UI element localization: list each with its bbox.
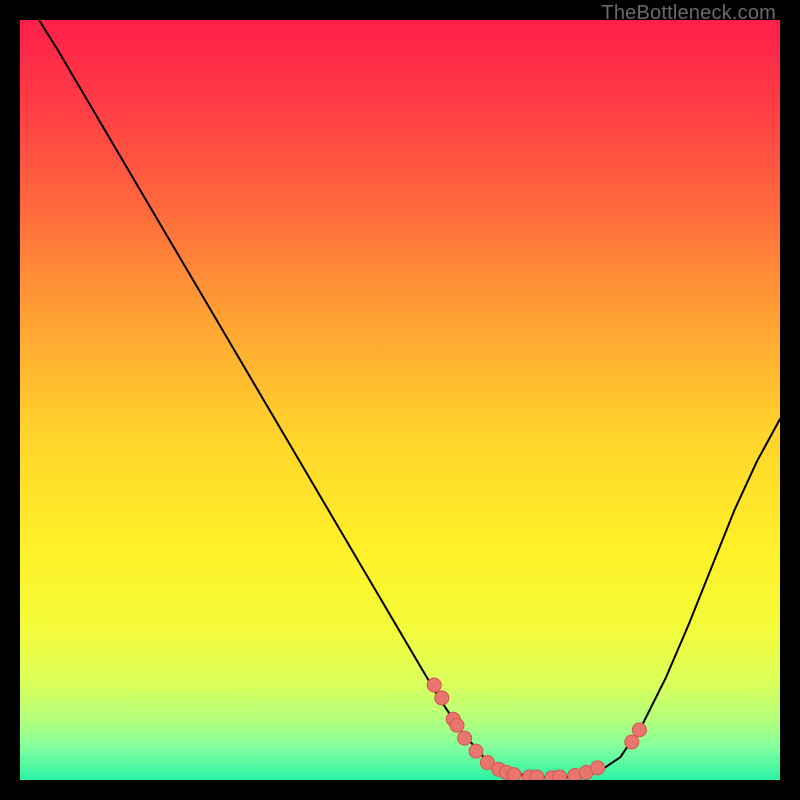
- scatter-point: [625, 735, 639, 749]
- scatter-point: [507, 768, 521, 780]
- scatter-point: [450, 718, 464, 732]
- scatter-point: [469, 744, 483, 758]
- scatter-point: [553, 770, 567, 780]
- chart-background: [20, 20, 780, 780]
- scatter-point: [591, 761, 605, 775]
- scatter-point: [427, 678, 441, 692]
- scatter-point: [632, 723, 646, 737]
- scatter-point: [458, 731, 472, 745]
- chart-svg: [20, 20, 780, 780]
- scatter-point: [435, 691, 449, 705]
- chart-frame: [20, 20, 780, 780]
- scatter-point: [530, 770, 544, 780]
